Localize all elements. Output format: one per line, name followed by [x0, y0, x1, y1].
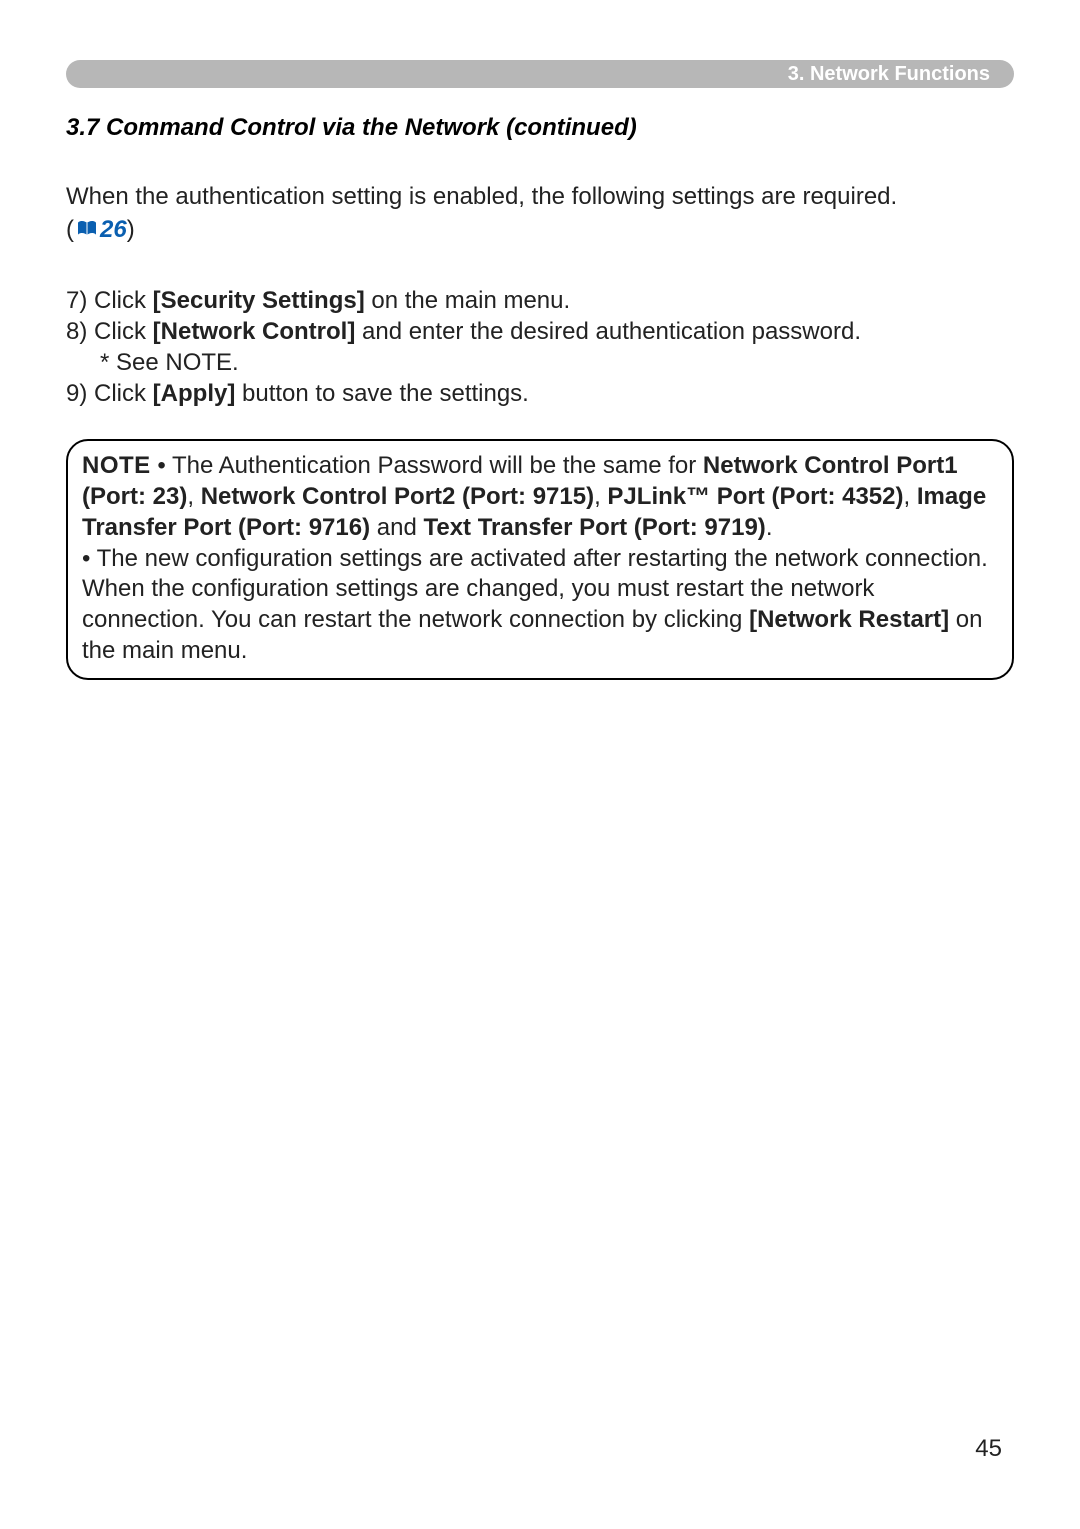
book-icon [76, 217, 98, 245]
paren-open: ( [66, 216, 74, 243]
document-page: 3. Network Functions 3.7 Command Control… [0, 0, 1080, 680]
intro-paragraph: When the authentication setting is enabl… [66, 182, 1014, 212]
note-comma-3: , [903, 483, 916, 510]
note-period: . [766, 514, 773, 541]
step-7-suffix: on the main menu. [365, 287, 570, 314]
step-9-prefix: 9) Click [66, 380, 153, 407]
note-and: and [370, 514, 423, 541]
step-9: 9) Click [Apply] button to save the sett… [66, 378, 1014, 409]
note-comma-1: , [187, 483, 200, 510]
note-bold-6: [Network Restart] [749, 606, 949, 633]
chapter-header-bar: 3. Network Functions [66, 60, 1014, 88]
note-bold-2: Network Control Port2 (Port: 9715) [201, 483, 594, 510]
step-7-bold: [Security Settings] [153, 287, 365, 314]
step-8-suffix: and enter the desired authentication pas… [355, 318, 861, 345]
step-8-bold: [Network Control] [153, 318, 356, 345]
note-bold-3: PJLink™ Port (Port: 4352) [607, 483, 903, 510]
note-text-1: • The Authentication Password will be th… [151, 452, 703, 479]
steps-list: 7) Click [Security Settings] on the main… [66, 285, 1014, 410]
note-label: NOTE [82, 452, 151, 479]
section-title: 3.7 Command Control via the Network (con… [66, 114, 1014, 142]
step-7: 7) Click [Security Settings] on the main… [66, 285, 1014, 316]
chapter-header-text: 3. Network Functions [788, 63, 990, 86]
reference-line: (26) [66, 216, 1014, 245]
step-7-prefix: 7) Click [66, 287, 153, 314]
step-8-prefix: 8) Click [66, 318, 153, 345]
page-number: 45 [975, 1435, 1002, 1463]
step-8: 8) Click [Network Control] and enter the… [66, 316, 1014, 347]
step-9-bold: [Apply] [153, 380, 236, 407]
paren-close: ) [127, 216, 135, 243]
note-comma-2: , [594, 483, 607, 510]
note-bold-5: Text Transfer Port (Port: 9719) [423, 514, 765, 541]
reference-page-number: 26 [100, 216, 127, 243]
note-box: NOTE • The Authentication Password will … [66, 439, 1014, 680]
step-8-subnote: * See NOTE. [66, 347, 1014, 378]
step-9-suffix: button to save the settings. [235, 380, 529, 407]
